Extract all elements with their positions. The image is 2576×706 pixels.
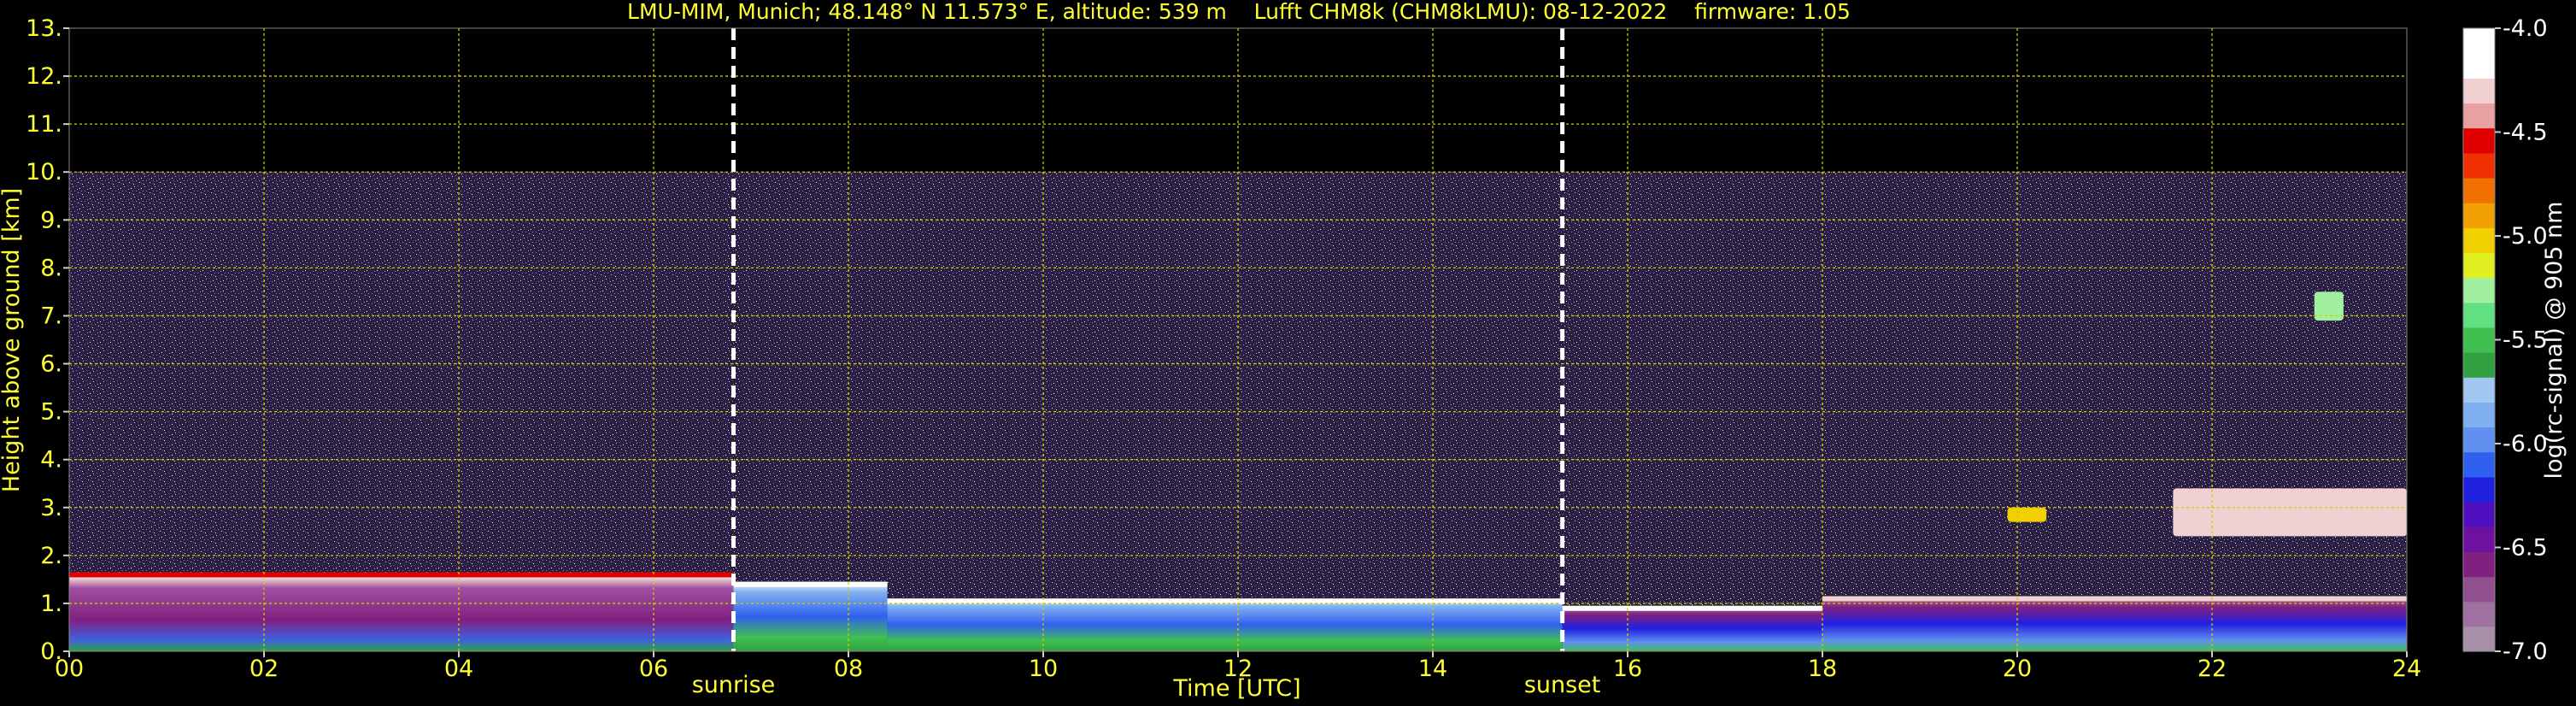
colorbar-segment [2463,551,2495,578]
colorbar-segment [2463,377,2495,403]
y-axis-label: Height above ground [km] [0,188,25,492]
colorbar-segment [2463,152,2495,179]
colorbar-segment [2463,203,2495,228]
boundary-layer-segment [1822,596,2407,651]
colorbar-segment [2463,277,2495,303]
y-tick-label: 6. [40,351,62,378]
boundary-layer-segment [1562,605,1822,651]
colorbar-segment [2463,576,2495,603]
y-tick-label: 7. [40,303,62,329]
x-tick-label: 08 [834,656,863,682]
x-tick-label: 22 [2198,656,2227,682]
y-tick-label: 11. [26,111,62,138]
colorbar-segment [2463,78,2495,104]
colorbar-label: log(rc-signal) @ 905 nm [2541,202,2567,479]
ceilometer-chart: LMU-MIM, Munich; 48.148° N 11.573° E, al… [0,0,2567,702]
y-tick-label: 1. [40,591,62,617]
plot-area: sunrise sunset [68,27,2408,698]
y-tick-label: 10. [26,159,62,185]
x-tick-label: 04 [444,656,473,682]
x-tick-label: 24 [2392,656,2421,682]
colorbar-segment [2463,177,2495,203]
colorbar-segment [2463,227,2495,254]
y-tick-label: 0. [40,638,62,665]
colorbar-segment [2463,427,2495,453]
x-tick-label: 02 [249,656,279,682]
x-tick-label: 20 [2003,656,2032,682]
y-tick-label: 4. [40,447,62,474]
event-label: sunrise [692,672,776,698]
y-tick-label: 13. [26,15,62,42]
x-tick-label: 16 [1613,656,1642,682]
y-tick-label: 5. [40,399,62,426]
boundary-layer-segment [887,598,1563,651]
x-tick-label: 18 [1808,656,1837,682]
colorbar: -4.0-4.5-5.0-5.5-6.0-6.5-7.0 [2462,15,2548,665]
colorbar-segment [2463,352,2495,378]
y-axis-ticks: 0. 1. 2. 3. 4. 5. 6. 7. 8. 9. 10. 11. 12. 13. [26,15,69,665]
x-tick-label: 06 [639,656,668,682]
layer-top-edge [1822,596,2407,602]
y-tick-label: 8. [40,255,62,281]
colorbar-segment [2463,127,2495,154]
cloud-feature [2173,488,2407,537]
boundary-layer-segment [733,581,888,651]
colorbar-segment [2463,327,2495,353]
colorbar-tick-label: -6.5 [2503,535,2548,562]
colorbar-segment [2463,302,2495,328]
y-tick-label: 9. [40,207,62,233]
boundary-layer-segment [69,572,734,651]
x-axis-label: Time [UTC] [1172,675,1300,702]
x-tick-label: 10 [1029,656,1058,682]
cloud-feature [2007,507,2047,522]
event-label: sunset [1524,672,1601,698]
colorbar-segment [2463,103,2495,129]
layer-top-edge [69,572,734,578]
colorbar-segment [2463,252,2495,279]
colorbar-tick-label: -4.5 [2503,120,2548,146]
cloud-feature [2314,291,2344,321]
colorbar-tick-label: -7.0 [2503,638,2548,665]
colorbar-segment [2463,28,2495,54]
colorbar-segment [2463,402,2495,428]
colorbar-segment [2463,502,2495,527]
colorbar-segment [2463,527,2495,552]
x-tick-label: 14 [1418,656,1447,682]
colorbar-segment [2463,451,2495,478]
colorbar-segment [2463,53,2495,79]
layer-top-edge [1562,605,1822,611]
colorbar-segment [2463,601,2495,627]
y-tick-label: 2. [40,543,62,569]
colorbar-segment [2463,476,2495,503]
y-tick-label: 3. [40,495,62,521]
y-tick-label: 12. [26,63,62,90]
colorbar-tick-label: -4.0 [2503,15,2548,42]
chart-title: LMU-MIM, Munich; 48.148° N 11.573° E, al… [627,0,1851,24]
layer-top-edge [733,581,888,587]
colorbar-segment [2463,626,2495,652]
